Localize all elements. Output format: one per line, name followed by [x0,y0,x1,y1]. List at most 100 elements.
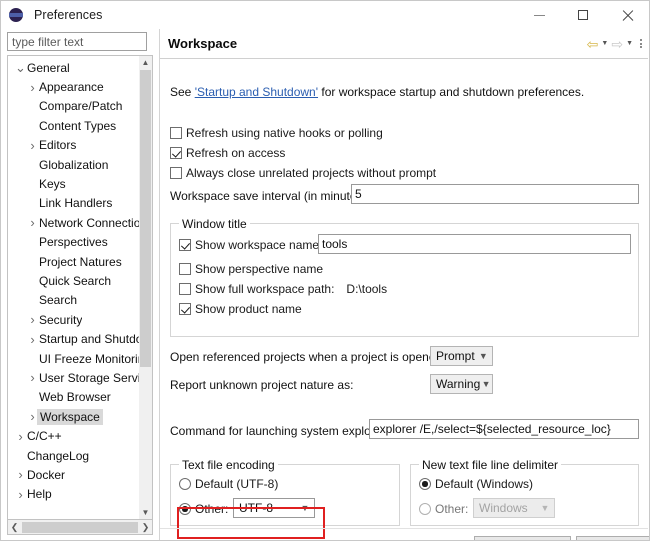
radio-encoding-other[interactable]: Other: [179,502,228,516]
window-controls [517,1,649,29]
radio-icon [419,503,431,515]
tree-item-label: Docker [27,467,66,482]
chevron-down-icon: ▼ [540,503,550,513]
chevron-right-icon[interactable]: › [26,313,39,326]
tree-item-ui-freeze-monitorir[interactable]: UI Freeze Monitorir [8,349,140,368]
tree-horizontal-scrollbar[interactable]: ❮ ❯ [7,520,153,535]
delimiter-combo: Windows ▼ [473,498,555,518]
chevron-right-icon[interactable]: › [26,371,39,384]
workspace-name-input[interactable] [318,234,631,254]
tree-item-c-c[interactable]: › C/C++ [8,426,140,445]
checkbox-refresh-native-hooks[interactable]: Refresh using native hooks or polling [170,126,383,140]
tree-item-changelog[interactable]: ChangeLog [8,446,140,465]
save-interval-input[interactable] [351,184,639,204]
checkbox-show-full-workspace-path[interactable]: Show full workspace path: D:\tools [179,282,387,296]
delimiter-value: Windows [479,501,528,515]
radio-label: Default (UTF-8) [195,477,279,491]
startup-shutdown-link[interactable]: 'Startup and Shutdown' [195,85,318,99]
unknown-nature-combo[interactable]: Warning ▼ [430,374,493,394]
vertical-dots-icon[interactable] [640,39,642,48]
chevron-right-icon[interactable]: › [26,216,39,229]
explorer-command-input[interactable] [369,419,639,439]
tree-item-network-connectio[interactable]: › Network Connectio [8,213,140,232]
checkbox-refresh-on-access[interactable]: Refresh on access [170,146,285,160]
tree-item-startup-and-shutdo[interactable]: › Startup and Shutdo [8,329,140,348]
chevron-right-icon[interactable]: › [26,139,39,152]
tree-item-label: Compare/Patch [39,99,123,114]
encoding-combo[interactable]: UTF-8 ▼ [233,498,315,518]
tree-item-label: General [27,60,70,75]
scroll-thumb-vertical[interactable] [140,70,151,367]
checkbox-icon [170,147,182,159]
tree-item-keys[interactable]: Keys [8,174,140,193]
forward-arrow-icon[interactable]: ⇨ [611,37,623,51]
tree-item-user-storage-servic[interactable]: › User Storage Servic [8,368,140,387]
tree-item-compare-patch[interactable]: Compare/Patch [8,97,140,116]
preferences-tree[interactable]: ⌄ General › Appearance Compare/Patch Content … [7,55,153,520]
tree-item-docker[interactable]: › Docker [8,465,140,484]
line-delimiter-group: New text file line delimiter Default (Wi… [410,458,639,526]
tree-item-perspectives[interactable]: Perspectives [8,233,140,252]
restore-defaults-button[interactable]: Restore Defaults [474,536,571,540]
tree-item-link-handlers[interactable]: Link Handlers [8,194,140,213]
back-arrow-icon[interactable]: ⇦ [587,37,599,51]
tree-item-label: Startup and Shutdo [39,332,140,347]
tree-item-label: Content Types [39,118,117,133]
radio-icon [179,478,191,490]
scroll-left-icon[interactable]: ❮ [8,522,21,533]
chevron-right-icon[interactable]: › [26,81,39,94]
back-chevron-down-icon[interactable]: ▼ [601,40,608,47]
unknown-nature-value: Warning [436,377,481,391]
radio-delimiter-default[interactable]: Default (Windows) [419,477,533,491]
scroll-down-icon[interactable]: ▼ [139,506,152,519]
chevron-down-icon[interactable]: ⌄ [14,61,27,74]
tree-item-web-browser[interactable]: Web Browser [8,388,140,407]
forward-chevron-down-icon[interactable]: ▼ [626,40,633,47]
checkbox-show-workspace-name[interactable]: Show workspace name: [179,238,322,252]
radio-icon [179,503,191,515]
tree-item-workspace[interactable]: › Workspace [8,407,140,426]
apply-button[interactable]: Apply [576,536,649,540]
radio-encoding-default[interactable]: Default (UTF-8) [179,477,278,491]
scroll-up-icon[interactable]: ▲ [139,56,152,69]
window-title-group: Window title Show workspace name: Show p… [170,217,639,337]
checkbox-label: Refresh on access [186,146,286,160]
tree-item-project-natures[interactable]: Project Natures [8,252,140,271]
chevron-right-icon[interactable]: › [26,333,39,346]
minimize-button[interactable] [517,1,561,29]
scroll-thumb-horizontal[interactable] [22,521,138,533]
tree-item-label: Globalization [39,157,109,172]
tree-item-label: Quick Search [39,273,112,288]
checkbox-show-product-name[interactable]: Show product name [179,302,302,316]
checkbox-close-unrelated-projects[interactable]: Always close unrelated projects without … [170,166,436,180]
radio-delimiter-other[interactable]: Other: [419,502,468,516]
open-referenced-combo[interactable]: Prompt ▼ [430,346,493,366]
tree-item-content-types[interactable]: Content Types [8,116,140,135]
checkbox-label: Show workspace name: [195,238,323,252]
maximize-button[interactable] [561,1,605,29]
tree-item-general[interactable]: ⌄ General [8,58,140,77]
radio-label: Other: [435,502,469,516]
tree-item-label: C/C++ [27,429,62,444]
encoding-value: UTF-8 [239,501,273,515]
tree-item-quick-search[interactable]: Quick Search [8,271,140,290]
open-referenced-value: Prompt [436,349,475,363]
chevron-right-icon[interactable]: › [14,468,27,481]
checkbox-show-perspective-name[interactable]: Show perspective name [179,262,323,276]
tree-item-search[interactable]: Search [8,291,140,310]
close-button[interactable] [605,1,649,29]
chevron-right-icon[interactable]: › [14,430,27,443]
chevron-right-icon[interactable]: › [14,488,27,501]
checkbox-label: Show full workspace path: [195,282,335,296]
tree-item-globalization[interactable]: Globalization [8,155,140,174]
tree-item-label: Keys [39,177,66,192]
tree-item-label: Help [27,487,52,502]
checkbox-icon [170,127,182,139]
tree-item-appearance[interactable]: › Appearance [8,77,140,96]
filter-input[interactable] [7,32,147,51]
tree-item-editors[interactable]: › Editors [8,136,140,155]
scroll-right-icon[interactable]: ❯ [139,522,152,533]
tree-vertical-scrollbar[interactable]: ▲ ▼ [139,56,152,519]
tree-item-help[interactable]: › Help [8,485,140,504]
tree-item-security[interactable]: › Security [8,310,140,329]
